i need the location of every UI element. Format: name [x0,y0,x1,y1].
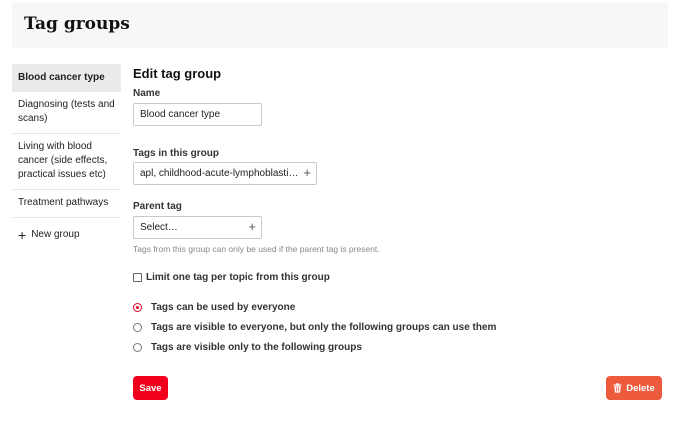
sidebar-item-diagnosing[interactable]: Diagnosing (tests and scans) [12,92,121,134]
name-value: Blood cancer type [140,109,221,120]
plus-icon: + [18,226,27,243]
sidebar-item-treatment-pathways[interactable]: Treatment pathways [12,190,121,218]
visibility-label-visible-groups-use: Tags are visible to everyone, but only t… [151,322,497,333]
visibility-radio-groups-only[interactable] [133,343,142,352]
tags-value: apl, childhood-acute-lymphoblasti… [140,168,299,179]
form-heading: Edit tag group [133,66,222,81]
visibility-label-groups-only: Tags are visible only to the following g… [151,342,362,353]
name-field[interactable]: Blood cancer type [133,103,262,126]
visibility-radio-visible-groups-use[interactable] [133,323,142,332]
visibility-option-visible-groups-use[interactable]: Tags are visible to everyone, but only t… [133,322,496,333]
page-header: Tag groups [12,2,668,48]
visibility-radio-everyone[interactable] [133,303,142,312]
parent-tag-hint: Tags from this group can only be used if… [133,244,380,254]
plus-icon[interactable]: + [248,220,256,234]
sidebar-item-living-with-blood-cancer[interactable]: Living with blood cancer (side effects, … [12,134,121,190]
delete-label: Delete [626,382,655,394]
limit-one-tag-label: Limit one tag per topic from this group [146,272,330,283]
page-title: Tag groups [24,14,130,34]
edit-form: Edit tag group [133,64,668,81]
tags-field[interactable]: apl, childhood-acute-lymphoblasti… + [133,162,317,185]
sidebar-item-blood-cancer-type[interactable]: Blood cancer type [12,64,121,92]
visibility-option-everyone[interactable]: Tags can be used by everyone [133,302,295,313]
parent-tag-select[interactable]: Select… + [133,216,262,239]
visibility-option-groups-only[interactable]: Tags are visible only to the following g… [133,342,362,353]
new-group-label: New group [31,229,80,240]
tags-label: Tags in this group [133,148,219,159]
limit-one-tag-checkbox[interactable] [133,273,142,282]
delete-button[interactable]: Delete [606,376,662,400]
sidebar: Blood cancer type Diagnosing (tests and … [12,64,121,243]
visibility-label-everyone: Tags can be used by everyone [151,302,296,313]
parent-tag-label: Parent tag [133,201,182,212]
parent-tag-value: Select… [140,222,178,233]
new-group-button[interactable]: + New group [12,226,121,243]
name-label: Name [133,88,161,99]
trash-icon [613,383,622,393]
plus-icon[interactable]: + [303,166,311,180]
save-button[interactable]: Save [133,376,168,400]
limit-one-tag-option[interactable]: Limit one tag per topic from this group [133,272,330,283]
